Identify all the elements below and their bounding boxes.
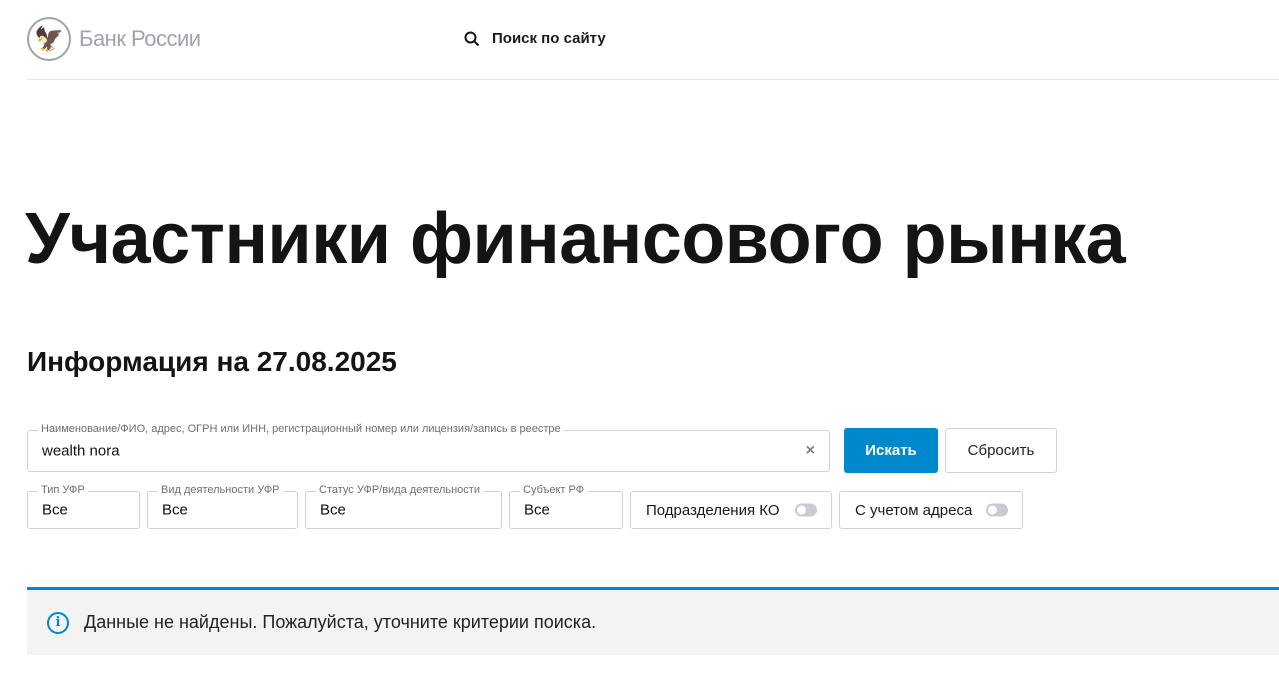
site-search-button[interactable]: Поиск по сайту xyxy=(464,30,606,47)
search-button[interactable]: Искать xyxy=(844,428,938,473)
message-text: Данные не найдены. Пожалуйста, уточните … xyxy=(84,612,597,632)
reset-button[interactable]: Сбросить xyxy=(945,428,1057,473)
logo-text: Банк России xyxy=(79,26,201,51)
info-date: Информация на 27.08.2025 xyxy=(27,346,397,377)
filter-value: Все xyxy=(162,501,188,519)
page-title: Участники финансового рынка xyxy=(25,199,1126,279)
toggle-switch[interactable] xyxy=(795,503,817,517)
filter-label: Тип УФР xyxy=(38,484,88,496)
filter-label: Субъект РФ xyxy=(520,484,588,496)
info-icon: i xyxy=(47,611,69,634)
filter-status[interactable]: Статус УФР/вида деятельности Все xyxy=(305,484,502,529)
no-results-message: i Данные не найдены. Пожалуйста, уточнит… xyxy=(27,587,1279,655)
filter-value: Все xyxy=(42,501,68,519)
search-input-label: Наименование/ФИО, адрес, ОГРН или ИНН, р… xyxy=(38,423,564,435)
filter-label: Вид деятельности УФР xyxy=(158,484,283,496)
filter-type[interactable]: Тип УФР Все xyxy=(27,484,140,529)
bank-logo[interactable]: 🦅 Банк России xyxy=(27,17,201,61)
filter-label: Статус УФР/вида деятельности xyxy=(316,484,483,496)
search-input[interactable]: Наименование/ФИО, адрес, ОГРН или ИНН, р… xyxy=(27,423,830,472)
toggle-label: Подразделения КО xyxy=(646,501,780,519)
site-header: 🦅 Банк России Поиск по сайту xyxy=(27,0,1279,80)
filter-region[interactable]: Субъект РФ Все xyxy=(509,484,623,529)
eagle-emblem-icon: 🦅 xyxy=(27,17,71,61)
filter-value: Все xyxy=(320,501,346,519)
toggle-switch[interactable] xyxy=(986,503,1008,517)
search-icon xyxy=(464,31,480,46)
filter-value: Все xyxy=(524,501,550,519)
search-input-value: wealth nora xyxy=(42,442,120,460)
toggle-branches[interactable]: Подразделения КО xyxy=(630,491,832,529)
toggle-label: С учетом адреса xyxy=(855,501,973,519)
filter-activity[interactable]: Вид деятельности УФР Все xyxy=(147,484,298,529)
site-search-label: Поиск по сайту xyxy=(492,30,606,47)
toggle-address[interactable]: С учетом адреса xyxy=(839,491,1023,529)
clear-icon[interactable]: × xyxy=(806,442,815,460)
